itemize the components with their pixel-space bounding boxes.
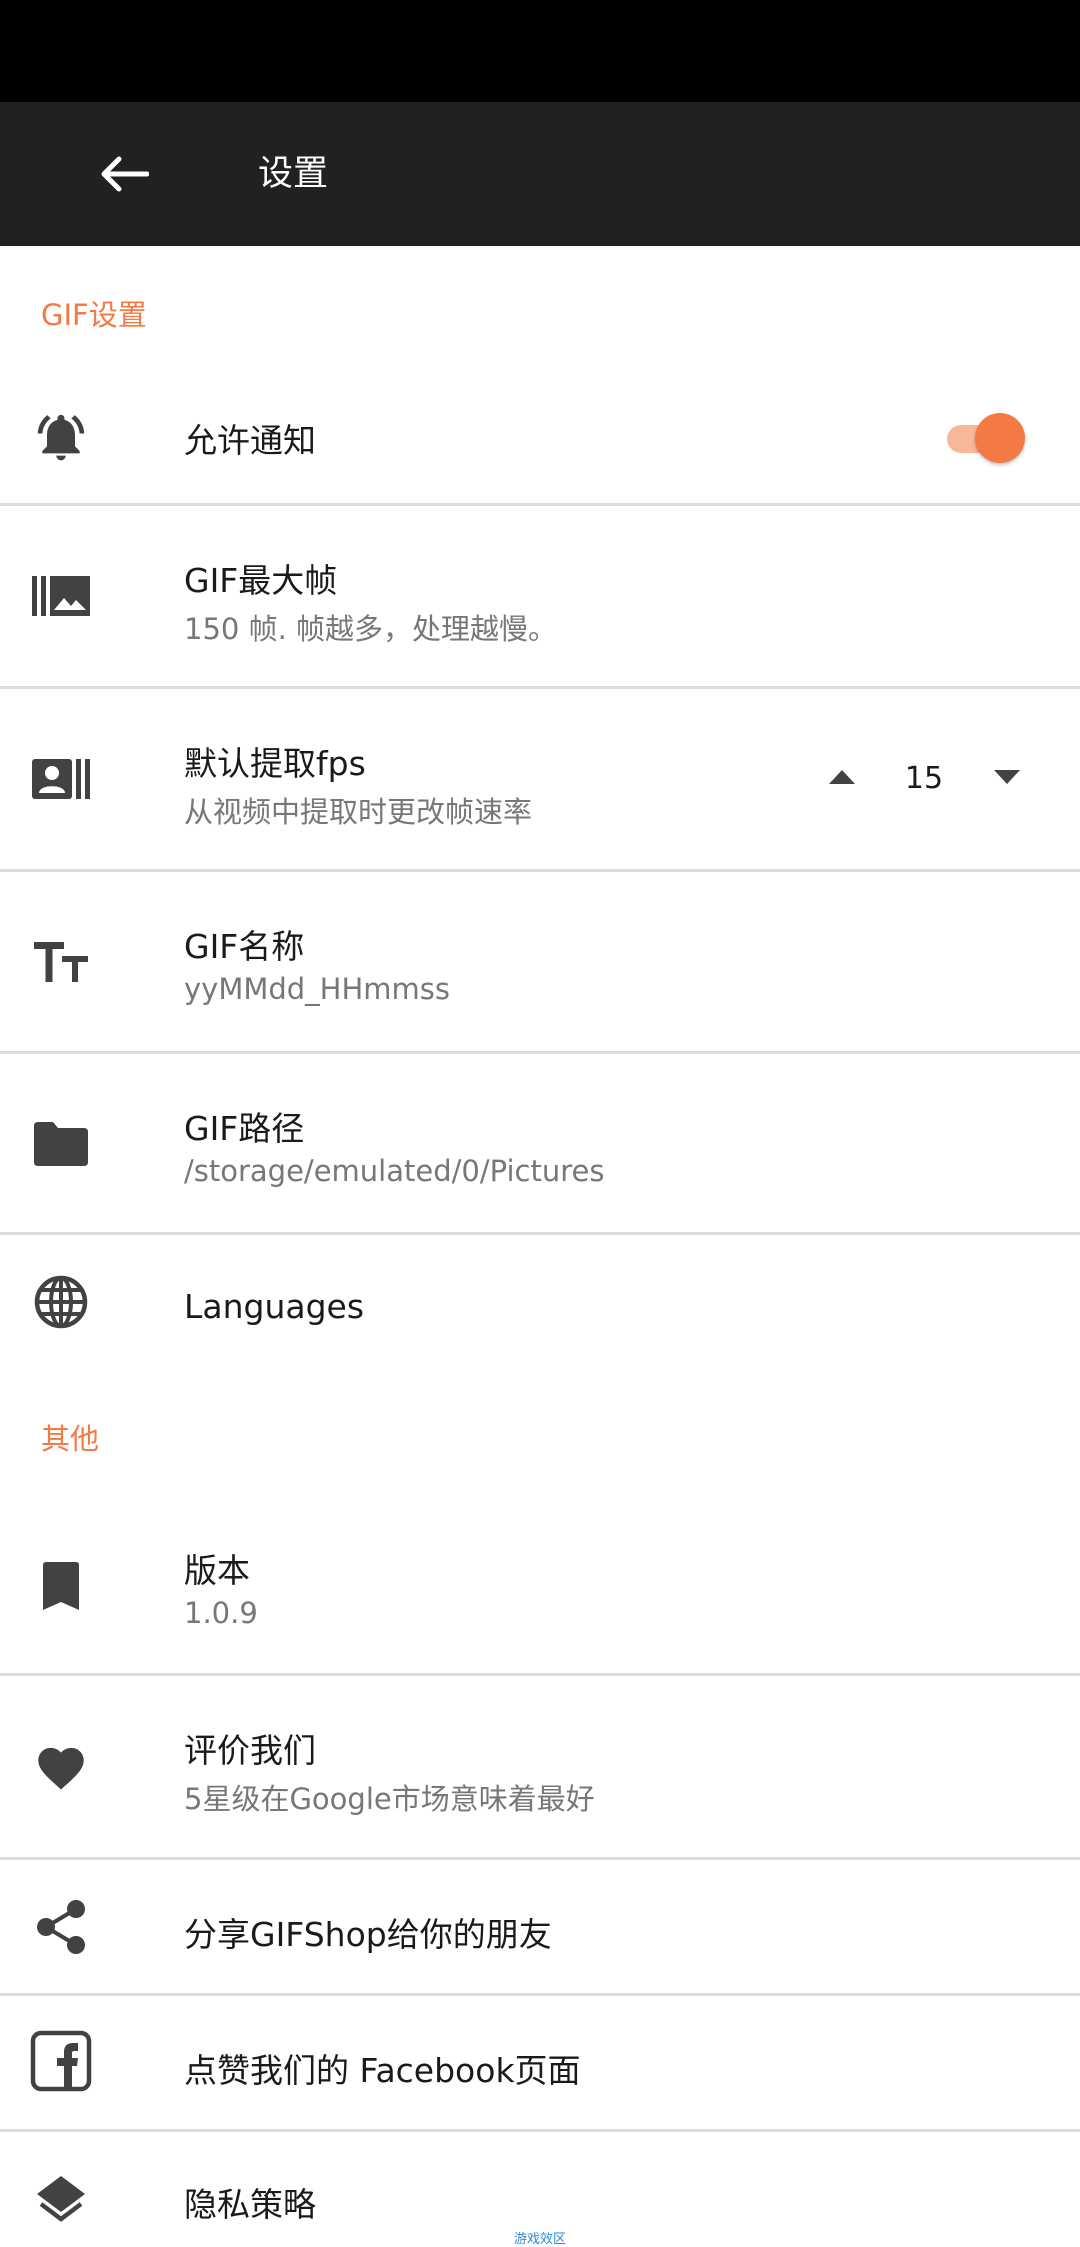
rate-subtitle: 5星级在Google市场意味着最好 xyxy=(184,1782,595,1816)
caret-up-icon xyxy=(829,770,855,784)
version-title: 版本 xyxy=(184,1551,250,1590)
max-frames-title: GIF最大帧 xyxy=(184,561,338,600)
rate-title: 评价我们 xyxy=(184,1731,316,1770)
status-bar xyxy=(0,0,1080,102)
languages-title: Languages xyxy=(184,1287,365,1326)
globe-icon xyxy=(30,1271,92,1333)
gif-name-row[interactable]: GIF名称 yyMMdd_HHmmss xyxy=(0,872,1080,1052)
fps-value: 15 xyxy=(904,761,944,796)
folder-icon xyxy=(30,1113,92,1175)
section-header-other: 其他 xyxy=(41,1422,100,1456)
version-subtitle: 1.0.9 xyxy=(184,1596,258,1630)
facebook-icon xyxy=(30,2030,92,2092)
share-row[interactable]: 分享GIFShop给你的朋友 xyxy=(0,1860,1080,1993)
photo-library-icon xyxy=(30,565,92,627)
max-frames-row[interactable]: GIF最大帧 150 帧. 帧越多，处理越慢。 xyxy=(0,506,1080,686)
languages-row[interactable]: Languages xyxy=(0,1235,1080,1370)
app-bar: 设置 xyxy=(0,102,1080,246)
caret-down-icon xyxy=(994,770,1020,784)
fps-title: 默认提取fps xyxy=(184,744,366,783)
contact-card-icon xyxy=(30,748,92,810)
heart-icon xyxy=(30,1735,92,1797)
watermark-text: 游戏效区 xyxy=(514,2232,567,2247)
max-frames-subtitle: 150 帧. 帧越多，处理越慢。 xyxy=(184,612,558,646)
page-title: 设置 xyxy=(258,154,329,194)
gif-path-subtitle: /storage/emulated/0/Pictures xyxy=(184,1154,605,1188)
rate-row[interactable]: 评价我们 5星级在Google市场意味着最好 xyxy=(0,1676,1080,1856)
back-button[interactable] xyxy=(90,140,158,208)
toggle-thumb xyxy=(975,413,1025,463)
section-header-gif-settings: GIF设置 xyxy=(41,298,147,332)
bookmark-icon xyxy=(30,1555,92,1617)
fps-decrease-button[interactable] xyxy=(982,752,1032,802)
share-title: 分享GIFShop给你的朋友 xyxy=(184,1915,552,1954)
share-icon xyxy=(30,1896,92,1958)
fps-row: 默认提取fps 从视频中提取时更改帧速率 15 xyxy=(0,689,1080,869)
notifications-row[interactable]: 允许通知 xyxy=(0,372,1080,502)
fps-subtitle: 从视频中提取时更改帧速率 xyxy=(184,795,533,829)
gif-path-row[interactable]: GIF路径 /storage/emulated/0/Pictures xyxy=(0,1054,1080,1234)
version-row: 版本 1.0.9 xyxy=(0,1494,1080,1674)
privacy-title: 隐私策略 xyxy=(184,2185,316,2224)
arrow-left-icon xyxy=(101,156,149,192)
facebook-title: 点赞我们的 Facebook页面 xyxy=(184,2051,581,2090)
fps-increase-button[interactable] xyxy=(817,752,867,802)
notifications-title: 允许通知 xyxy=(184,421,316,460)
notifications-toggle[interactable] xyxy=(944,406,1030,468)
bell-ringing-icon xyxy=(30,406,92,468)
text-size-icon xyxy=(30,931,92,993)
gif-path-title: GIF路径 xyxy=(184,1109,305,1148)
gif-name-title: GIF名称 xyxy=(184,927,305,966)
facebook-row[interactable]: 点赞我们的 Facebook页面 xyxy=(0,1996,1080,2129)
gif-name-subtitle: yyMMdd_HHmmss xyxy=(184,972,451,1006)
layers-icon xyxy=(30,2168,92,2230)
